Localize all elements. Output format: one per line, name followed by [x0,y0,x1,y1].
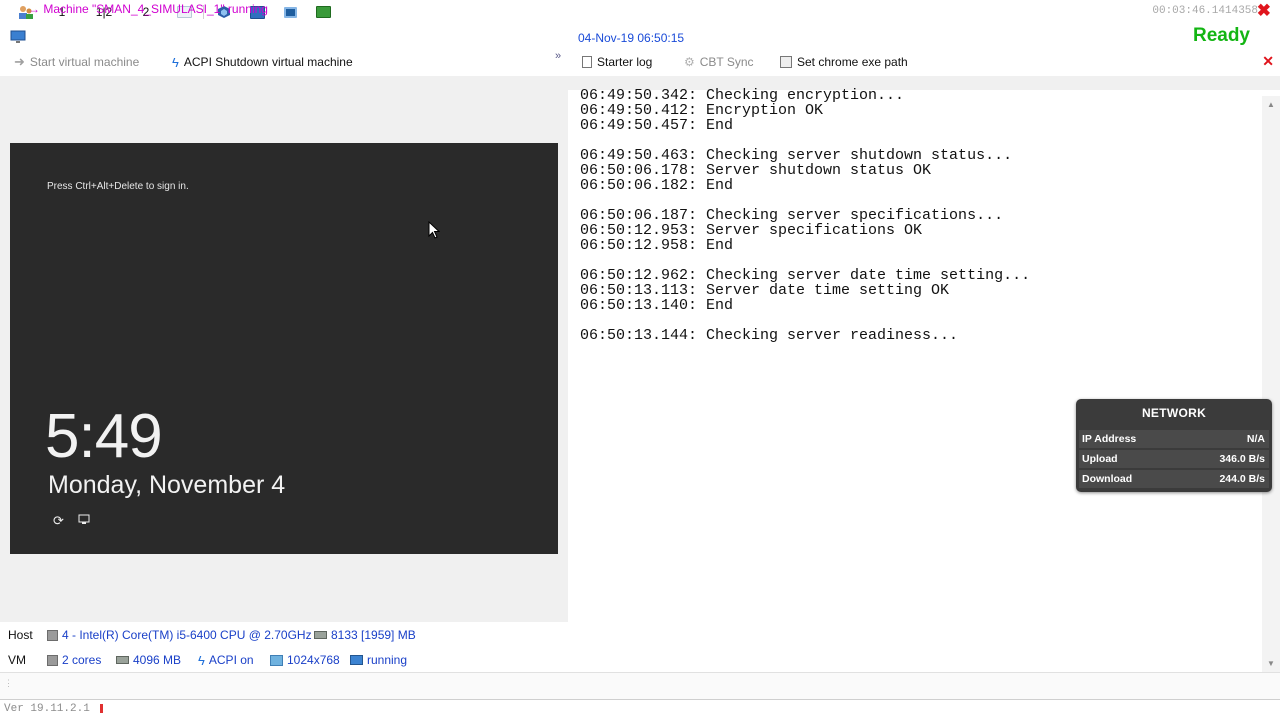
vm-label: VM [8,653,26,667]
network-row-download: Download 244.0 B/s [1079,470,1269,488]
lightning-icon: ϟ [198,652,205,668]
host-cpu: 4 - Intel(R) Core(TM) i5-6400 CPU @ 2.70… [47,628,312,642]
vm-ram: 4096 MB [116,653,181,667]
ram-icon [314,631,327,639]
elapsed-time: 00:03:46.1414358 [1152,5,1258,17]
cpu-icon [47,654,58,666]
host-cpu-text: 4 - Intel(R) Core(TM) i5-6400 CPU @ 2.70… [62,628,312,642]
ease-of-access-icon[interactable]: ⟳ [53,513,64,529]
network-row-ip: IP Address N/A [1079,430,1269,448]
expand-chevron-icon[interactable]: » [555,50,561,62]
lightning-icon: ϟ [172,54,179,70]
mouse-cursor-icon [428,220,441,242]
file-icon [780,56,792,68]
network-card-icon[interactable] [315,4,331,20]
network-widget: NETWORK IP Address N/A Upload 346.0 B/s … [1076,399,1272,492]
cpu-icon [47,629,58,641]
vm-state: running [350,653,407,667]
monitor-icon [10,30,26,47]
close-panel-icon[interactable]: ✕ [1262,53,1274,70]
network-row-label: Download [1082,473,1133,485]
scroll-up-icon[interactable]: ▲ [1267,100,1275,109]
current-datetime: 04-Nov-19 06:50:15 [578,31,685,45]
resolution-icon [270,654,283,666]
scroll-down-icon[interactable]: ▼ [1267,659,1275,668]
starter-log-button[interactable]: Starter log [582,54,652,70]
host-ram-text: 8133 [1959] MB [331,628,416,642]
vm-clock: 5:49 [45,402,163,471]
machine-status: → Machine "SMAN_4_SIMULASI_1" running [28,2,268,16]
vm-resolution-text: 1024x768 [287,653,340,667]
version-text: Ver 19.11.2.1 [4,703,90,715]
network-icon[interactable] [78,514,90,528]
host-info-row: Host 4 - Intel(R) Core(TM) i5-6400 CPU @… [0,625,568,645]
network-row-value: N/A [1246,433,1265,445]
host-ram: 8133 [1959] MB [314,628,416,642]
log-scrollbar[interactable]: ▲ ▼ [1262,96,1280,672]
vm-info-row: VM 2 cores 4096 MB ϟ ACPI on 1024x768 ru… [0,650,568,670]
log-text: 06:49:50.342: Checking encryption... 06:… [580,87,1031,344]
cbt-sync-button[interactable]: ⚙ CBT Sync [684,54,754,70]
ready-status: Ready [1192,25,1250,46]
set-chrome-path-label: Set chrome exe path [797,55,908,69]
start-vm-label: Start virtual machine [29,55,140,69]
display-icon[interactable] [282,4,298,20]
network-row-label: IP Address [1082,433,1137,445]
monitor-icon [350,655,363,665]
vm-signin-hint: Press Ctrl+Alt+Delete to sign in. [47,181,189,192]
close-app-icon[interactable]: ✖ [1257,2,1271,20]
host-label: Host [8,628,33,642]
vm-date: Monday, November 4 [48,471,286,499]
cbt-sync-label: CBT Sync [699,55,754,69]
document-icon [582,56,592,68]
status-strip: ⋮ [0,672,1280,700]
vm-state-text: running [367,653,408,667]
vm-ram-text: 4096 MB [133,653,182,667]
log-panel[interactable]: 06:49:50.342: Checking encryption... 06:… [568,88,1258,668]
network-row-value: 346.0 B/s [1219,453,1265,465]
network-row-value: 244.0 B/s [1219,473,1265,485]
arrow-right-icon: ➜ [14,54,25,69]
start-vm-button[interactable]: ➜ Start virtual machine [14,54,139,70]
vm-acpi-text: ACPI on [208,653,254,667]
network-row-label: Upload [1082,453,1118,465]
set-chrome-path-button[interactable]: Set chrome exe path [780,54,908,70]
vm-resolution: 1024x768 [270,653,340,667]
vm-cores-text: 2 cores [62,653,102,667]
resize-grip-icon[interactable]: ⋮ [4,678,13,689]
acpi-shutdown-label: ACPI Shutdown virtual machine [183,55,353,69]
ram-icon [116,656,129,664]
version-marker [100,704,103,713]
starter-log-label: Starter log [597,55,653,69]
network-title: NETWORK [1141,406,1207,420]
host-vm-info-panel: Host 4 - Intel(R) Core(TM) i5-6400 CPU @… [0,622,568,672]
network-row-upload: Upload 346.0 B/s [1079,450,1269,468]
vm-acpi: ϟ ACPI on [198,653,254,668]
vm-display[interactable]: Press Ctrl+Alt+Delete to sign in. 5:49 M… [10,143,558,554]
acpi-shutdown-button[interactable]: ϟ ACPI Shutdown virtual machine [172,54,353,70]
sync-icon: ⚙ [684,55,695,69]
vm-cores: 2 cores [47,653,101,667]
